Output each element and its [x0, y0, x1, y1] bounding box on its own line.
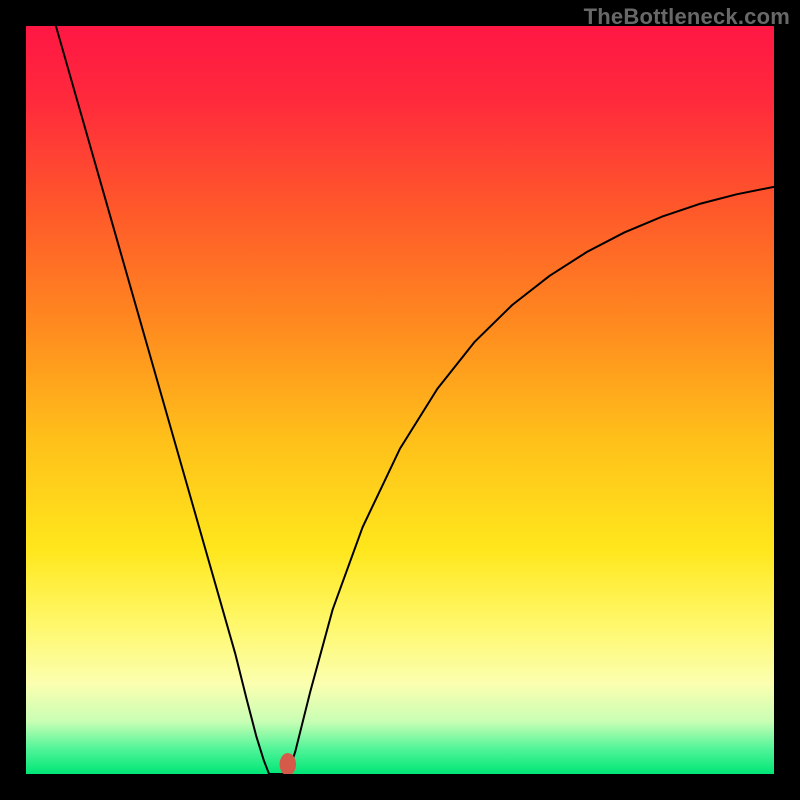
- bottleneck-plot: [26, 26, 774, 774]
- plot-background: [26, 26, 774, 774]
- chart-stage: TheBottleneck.com: [0, 0, 800, 800]
- watermark-text: TheBottleneck.com: [584, 4, 790, 30]
